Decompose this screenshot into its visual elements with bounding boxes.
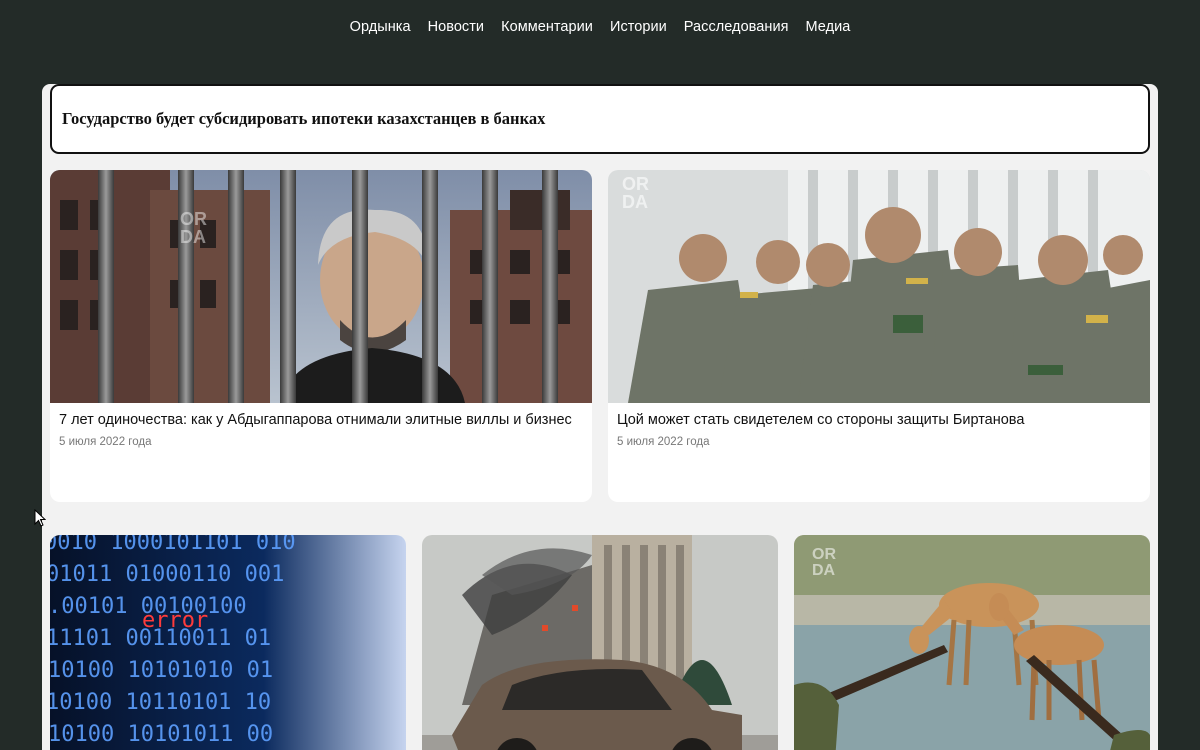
saiga-hunters-photo[interactable]: OR DA xyxy=(794,535,1150,750)
news-card[interactable]: OR DA xyxy=(794,535,1150,750)
nav-item-news[interactable]: Новости xyxy=(428,19,484,35)
nav-item-media[interactable]: Медиа xyxy=(806,19,851,35)
svg-text:OR: OR xyxy=(180,209,207,229)
main-nav: Ордынка Новости Комментарии Истории Расс… xyxy=(0,0,1200,54)
nav-item-comments[interactable]: Комментарии xyxy=(501,19,593,35)
svg-text:OR: OR xyxy=(812,546,836,563)
svg-text:DA: DA xyxy=(812,562,836,579)
svg-text:10100 10101011 00: 10100 10101011 00 xyxy=(50,722,273,747)
news-card[interactable]: OR DA Цой может стать свидетелем со стор… xyxy=(608,170,1150,502)
content-panel: Государство будет субсидировать ипотеки … xyxy=(42,84,1158,750)
card-date: 5 июля 2022 года xyxy=(617,436,710,448)
svg-text:01011 01000110 001: 01011 01000110 001 xyxy=(50,562,284,587)
svg-text:DA: DA xyxy=(180,227,206,247)
news-card[interactable] xyxy=(422,535,778,750)
officers-applauding-photo[interactable]: OR DA xyxy=(608,170,1150,403)
card-title[interactable]: 7 лет одиночества: как у Абдыгаппарова о… xyxy=(59,411,583,430)
binary-code-error-photo[interactable]: 0010 1000101101 010 01011 01000110 001 .… xyxy=(50,535,406,750)
nav-item-stories[interactable]: Истории xyxy=(610,19,667,35)
card-title[interactable]: Цой может стать свидетелем со стороны за… xyxy=(617,411,1141,430)
card-date: 5 июля 2022 года xyxy=(59,436,152,448)
svg-text:DA: DA xyxy=(622,192,648,212)
nav-item-ordynka[interactable]: Ордынка xyxy=(350,19,411,35)
news-card[interactable]: 0010 1000101101 010 01011 01000110 001 .… xyxy=(50,535,406,750)
headline-banner[interactable]: Государство будет субсидировать ипотеки … xyxy=(50,84,1150,154)
svg-text:error: error xyxy=(142,608,208,633)
svg-text:10100 10110101 10: 10100 10110101 10 xyxy=(50,690,271,715)
burned-car-building-photo[interactable] xyxy=(422,535,778,750)
svg-text:0010 1000101101 010: 0010 1000101101 010 xyxy=(50,535,296,555)
mouse-cursor-icon xyxy=(34,509,46,527)
nav-item-investigations[interactable]: Расследования xyxy=(684,19,789,35)
news-card[interactable]: OR DA 7 лет одиночества: как у Абдыгаппа… xyxy=(50,170,592,502)
svg-text:OR: OR xyxy=(622,174,649,194)
man-behind-bars-photo[interactable]: OR DA xyxy=(50,170,592,403)
svg-text:10100 10101010 01: 10100 10101010 01 xyxy=(50,658,273,683)
headline-text[interactable]: Государство будет субсидировать ипотеки … xyxy=(62,109,545,129)
